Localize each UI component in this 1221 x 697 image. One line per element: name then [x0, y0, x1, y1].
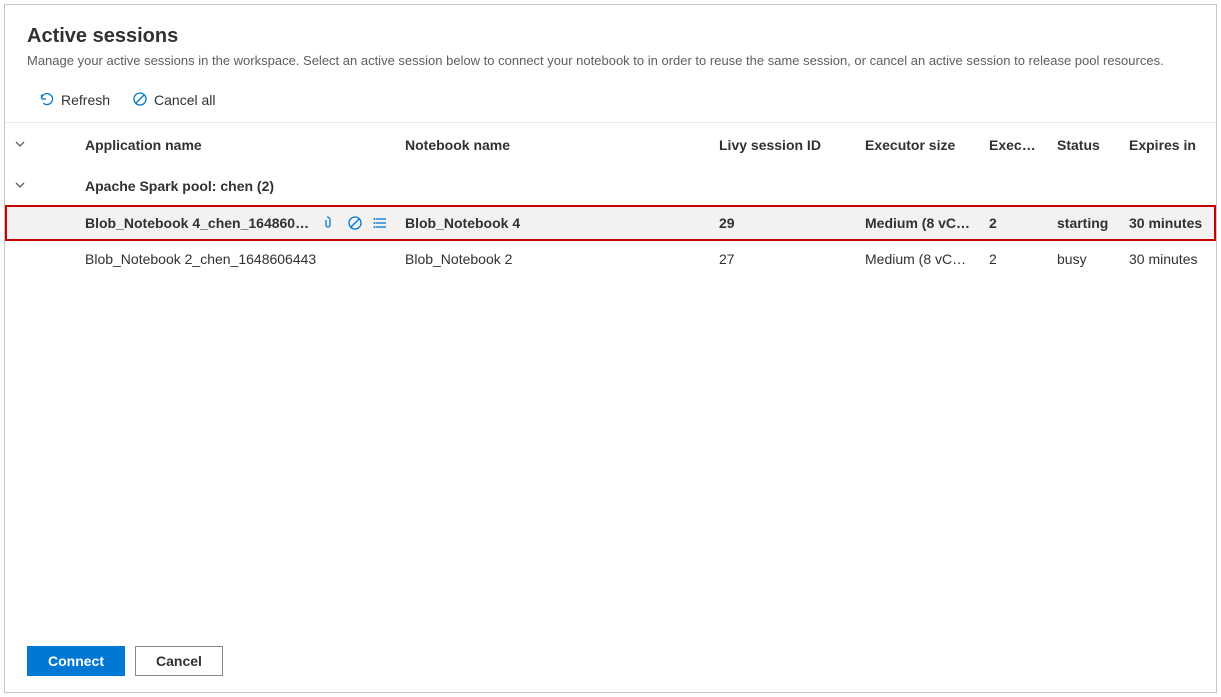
cell-notebook-name: Blob_Notebook 4	[397, 205, 711, 241]
toolbar: Refresh Cancel all	[5, 83, 1216, 123]
cell-executor-size: Medium (8 vCor...	[857, 241, 981, 277]
table-header-row: Application name Notebook name Livy sess…	[5, 123, 1216, 168]
cancel-button[interactable]: Cancel	[135, 646, 223, 676]
cell-app-name: Blob_Notebook 4_chen_16486065...	[85, 215, 313, 231]
sessions-table-wrap: Application name Notebook name Livy sess…	[5, 123, 1216, 630]
col-expand[interactable]	[5, 123, 47, 168]
cancel-session-icon[interactable]	[347, 215, 363, 231]
cell-status: busy	[1049, 241, 1121, 277]
cancel-all-icon	[132, 91, 148, 110]
chevron-down-icon	[13, 178, 27, 192]
refresh-button[interactable]: Refresh	[35, 89, 114, 112]
cell-executors: 2	[981, 241, 1049, 277]
cell-executor-size: Medium (8 vCor...	[857, 205, 981, 241]
cell-app-name: Blob_Notebook 2_chen_1648606443	[77, 241, 397, 277]
cell-expires-in: 30 minutes	[1121, 205, 1216, 241]
col-executor-size[interactable]: Executor size	[857, 123, 981, 168]
table-row[interactable]: Blob_Notebook 4_chen_16486065...	[5, 205, 1216, 241]
page-title: Active sessions	[27, 25, 1194, 48]
cell-notebook-name: Blob_Notebook 2	[397, 241, 711, 277]
col-executors[interactable]: Execut...	[981, 123, 1049, 168]
col-livy-id[interactable]: Livy session ID	[711, 123, 857, 168]
cell-executors: 2	[981, 205, 1049, 241]
refresh-icon	[39, 91, 55, 110]
cell-livy-id: 29	[711, 205, 857, 241]
cell-livy-id: 27	[711, 241, 857, 277]
cell-status: starting	[1049, 205, 1121, 241]
col-notebook-name[interactable]: Notebook name	[397, 123, 711, 168]
chevron-down-icon	[13, 137, 27, 151]
col-expires-in[interactable]: Expires in	[1121, 123, 1216, 168]
sessions-table: Application name Notebook name Livy sess…	[5, 123, 1216, 277]
footer: Connect Cancel	[5, 630, 1216, 692]
table-group-row[interactable]: Apache Spark pool: chen (2)	[5, 168, 1216, 205]
cell-expires-in: 30 minutes	[1121, 241, 1216, 277]
header: Active sessions Manage your active sessi…	[5, 5, 1216, 83]
col-status[interactable]: Status	[1049, 123, 1121, 168]
row-actions	[321, 215, 389, 231]
attach-icon[interactable]	[321, 215, 337, 231]
page-subtitle: Manage your active sessions in the works…	[27, 52, 1194, 71]
active-sessions-panel: Active sessions Manage your active sessi…	[4, 4, 1217, 693]
cancel-all-label: Cancel all	[154, 92, 215, 108]
table-row[interactable]: Blob_Notebook 2_chen_1648606443 Blob_Not…	[5, 241, 1216, 277]
refresh-label: Refresh	[61, 92, 110, 108]
connect-button[interactable]: Connect	[27, 646, 125, 676]
cancel-all-button[interactable]: Cancel all	[128, 89, 219, 112]
col-app-name[interactable]: Application name	[77, 123, 397, 168]
group-label: Apache Spark pool: chen (2)	[77, 168, 1216, 205]
details-icon[interactable]	[373, 215, 389, 231]
